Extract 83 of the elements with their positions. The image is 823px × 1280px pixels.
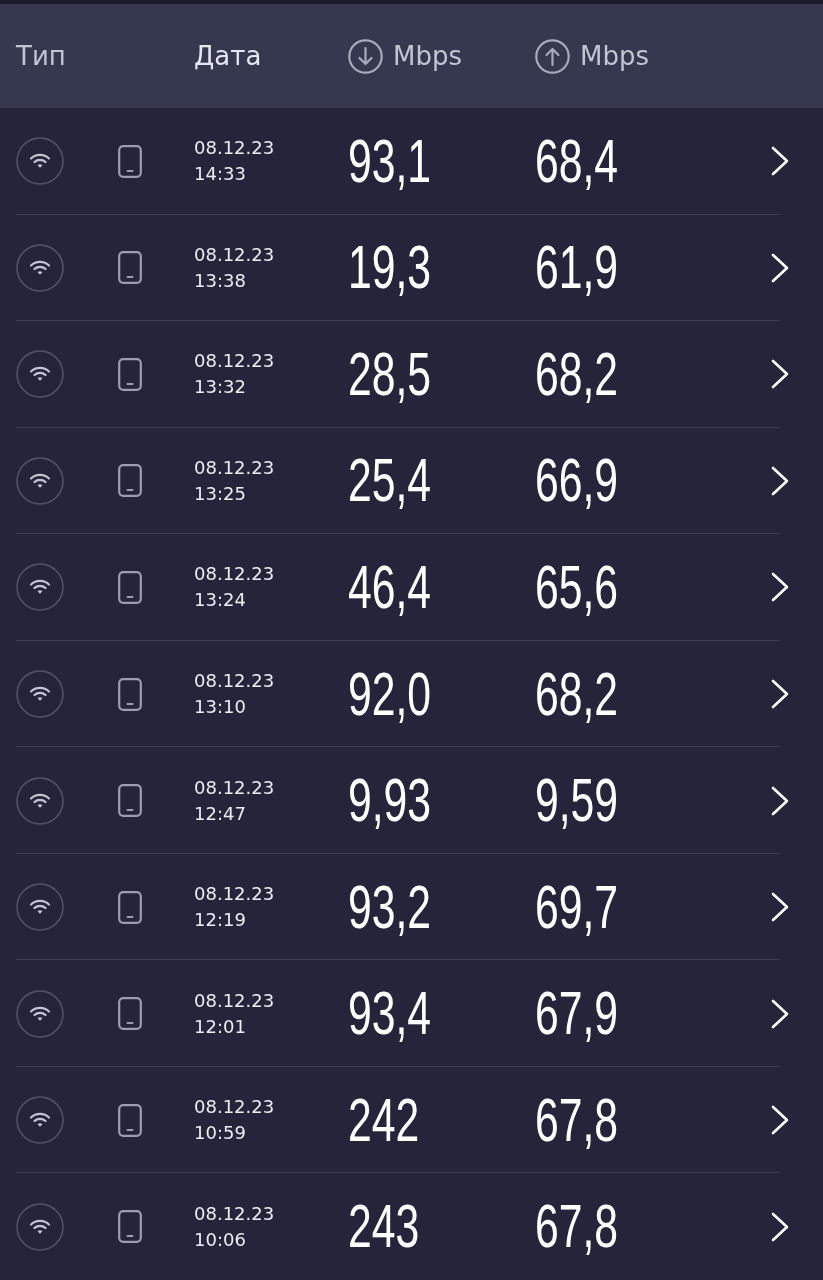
column-header: Mbps [393,41,462,71]
wifi-icon [16,456,64,505]
column-header: Дата [194,41,262,71]
test-date: 08.12.23 [194,669,275,693]
test-date: 08.12.23 [194,349,275,374]
upload-speed: 67,8 [535,1089,619,1151]
download-speed: 243 [348,1196,420,1258]
upload-speed: 68,4 [535,130,619,192]
phone-icon [118,1103,142,1137]
test-time: 13:24 [194,588,246,613]
phone-icon [118,251,142,285]
test-time: 10:06 [194,1227,246,1252]
download-speed: 25,4 [348,450,432,512]
test-time: 10:59 [194,1121,246,1146]
download-speed: 242 [348,1089,420,1151]
upload-speed: 67,8 [535,1196,619,1258]
test-time: 13:32 [194,375,246,400]
chevron-icon[interactable] [770,1105,790,1136]
phone-icon [118,144,142,178]
chevron-icon[interactable] [770,892,790,923]
download-speed: 28,5 [348,343,432,405]
download-speed: 93,4 [348,983,432,1045]
download-speed: 46,4 [348,556,432,618]
chevron-icon[interactable] [770,998,790,1029]
upload-speed: 65,6 [535,556,619,618]
test-date: 08.12.23 [194,136,275,161]
wifi-icon [16,989,64,1038]
column-header: Mbps [580,41,649,71]
chevron-icon[interactable] [770,252,790,283]
upload-speed: 61,9 [535,237,619,299]
wifi-icon [16,350,64,399]
test-time: 12:47 [194,801,246,826]
test-date: 08.12.23 [194,988,275,1013]
phone-icon [118,570,142,604]
upload-icon [535,38,570,74]
wifi-icon [16,1096,64,1145]
test-date: 08.12.23 [194,1095,275,1120]
chevron-icon[interactable] [770,785,790,816]
chevron-icon[interactable] [770,1211,790,1242]
wifi-icon [16,137,64,186]
wifi-icon [16,243,64,292]
test-date: 08.12.23 [194,455,275,480]
test-date: 08.12.23 [194,562,275,587]
test-time: 14:33 [194,162,246,187]
wifi-icon [16,1202,64,1251]
test-date: 08.12.23 [194,882,275,907]
upload-speed: 9,59 [535,770,619,832]
test-date: 08.12.23 [194,242,275,267]
download-speed: 19,3 [348,237,432,299]
wifi-icon [16,776,64,825]
download-icon [348,38,383,74]
chevron-icon[interactable] [770,572,790,603]
chevron-icon[interactable] [770,146,790,177]
chevron-icon[interactable] [770,359,790,390]
wifi-icon [16,670,64,718]
chevron-icon[interactable] [770,465,790,496]
upload-speed: 66,9 [535,450,619,512]
test-date: 08.12.23 [194,1201,275,1226]
download-speed: 9,93 [348,770,432,832]
test-time: 12:01 [194,1014,246,1039]
phone-icon [118,890,142,924]
upload-speed: 68,2 [535,663,619,725]
phone-icon [118,784,142,818]
phone-icon [118,357,142,391]
phone-icon [118,997,142,1031]
test-date: 08.12.23 [194,775,275,800]
download-speed: 93,2 [348,876,432,938]
wifi-icon [16,563,64,612]
column-header: Тип [16,41,66,71]
upload-speed: 67,9 [535,983,619,1045]
chevron-icon[interactable] [770,679,790,709]
wifi-icon [16,883,64,932]
upload-speed: 68,2 [535,343,619,405]
test-time: 12:19 [194,908,246,933]
test-time: 13:10 [194,695,246,719]
test-time: 13:38 [194,268,246,293]
phone-icon [118,1210,142,1244]
download-speed: 92,0 [348,663,432,725]
upload-speed: 69,7 [535,876,619,938]
phone-icon [118,464,142,498]
phone-icon [118,677,142,711]
test-time: 13:25 [194,481,246,506]
download-speed: 93,1 [348,130,432,192]
